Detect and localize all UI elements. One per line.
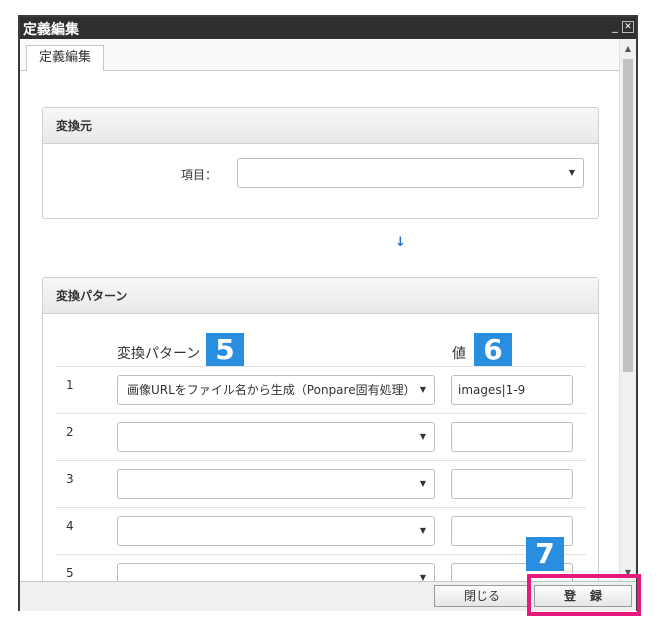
row-divider bbox=[56, 413, 586, 414]
arrow-down-icon: ↓ bbox=[395, 235, 406, 250]
column-header-value: 値 bbox=[452, 346, 466, 362]
tab-strip: 定義編集 bbox=[20, 39, 636, 72]
pattern-select[interactable]: ▼ bbox=[117, 469, 435, 499]
source-panel-title: 変換元 bbox=[43, 108, 598, 144]
value-input[interactable] bbox=[451, 469, 573, 499]
close-icon[interactable]: ✕ bbox=[622, 21, 634, 33]
chevron-down-icon: ▼ bbox=[419, 573, 426, 581]
vertical-scrollbar[interactable]: ▲ ▼ bbox=[619, 39, 636, 581]
step-badge-6: 6 bbox=[474, 333, 512, 367]
pattern-select-value: 画像URLをファイル名から生成（Ponpare固有処理） bbox=[127, 383, 416, 397]
pattern-select[interactable]: 画像URLをファイル名から生成（Ponpare固有処理） ▼ bbox=[117, 375, 435, 405]
scroll-up-icon[interactable]: ▲ bbox=[620, 41, 636, 57]
item-label: 項目： bbox=[181, 168, 218, 182]
chevron-down-icon: ▼ bbox=[419, 385, 426, 394]
row-number: 1 bbox=[66, 378, 74, 392]
minimize-icon[interactable]: _ bbox=[609, 21, 621, 33]
row-number: 3 bbox=[66, 472, 74, 486]
item-select[interactable]: ▼ bbox=[237, 158, 584, 188]
chevron-down-icon: ▼ bbox=[419, 526, 426, 535]
column-header-pattern: 変換パターン bbox=[117, 346, 201, 362]
dialog-window: 定義編集 _ ✕ 定義編集 変換元 項目： ▼ ↓ 変換パターン 変換パターン … bbox=[18, 15, 638, 611]
chevron-down-icon: ▼ bbox=[419, 432, 426, 441]
window-title: 定義編集 bbox=[23, 22, 79, 38]
value-input[interactable]: images|1-9 bbox=[451, 375, 573, 405]
value-input[interactable] bbox=[451, 422, 573, 452]
tab-definition-edit[interactable]: 定義編集 bbox=[26, 45, 104, 72]
register-highlight-box bbox=[527, 574, 641, 616]
content-area: 変換元 項目： ▼ ↓ 変換パターン 変換パターン 5 値 6 1 画像URLを… bbox=[20, 71, 621, 581]
step-badge-7: 7 bbox=[526, 537, 564, 571]
row-divider bbox=[56, 366, 586, 367]
row-number: 2 bbox=[66, 425, 74, 439]
chevron-down-icon: ▼ bbox=[419, 479, 426, 488]
row-number: 4 bbox=[66, 519, 74, 533]
row-divider bbox=[56, 554, 586, 555]
pattern-panel-title: 変換パターン bbox=[43, 278, 598, 314]
scroll-thumb[interactable] bbox=[623, 59, 633, 372]
row-number: 5 bbox=[66, 566, 74, 580]
pattern-select[interactable]: ▼ bbox=[117, 516, 435, 546]
close-button[interactable]: 閉じる bbox=[434, 585, 530, 607]
title-bar: 定義編集 _ ✕ bbox=[20, 17, 636, 39]
pattern-select[interactable]: ▼ bbox=[117, 563, 435, 581]
row-divider bbox=[56, 507, 586, 508]
row-divider bbox=[56, 460, 586, 461]
step-badge-5: 5 bbox=[206, 333, 244, 367]
chevron-down-icon: ▼ bbox=[568, 168, 575, 177]
source-panel: 変換元 項目： ▼ bbox=[42, 107, 599, 219]
pattern-select[interactable]: ▼ bbox=[117, 422, 435, 452]
